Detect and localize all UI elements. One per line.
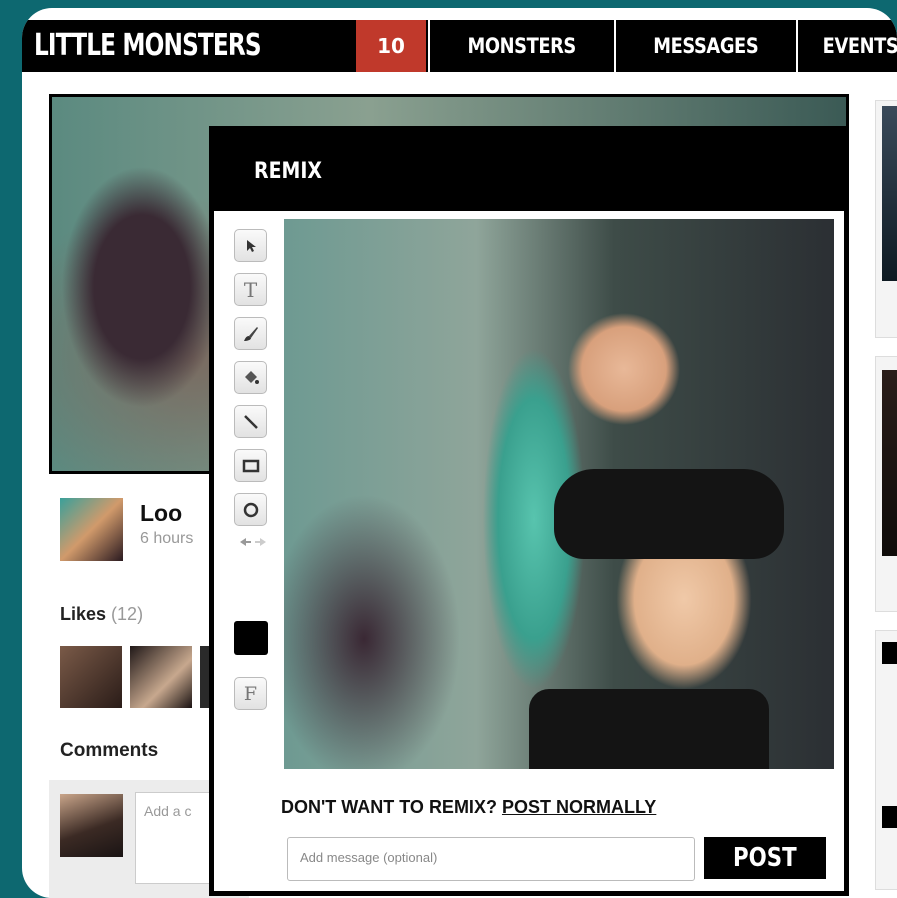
likes-count: (12) [111,604,144,624]
nav-monsters[interactable]: MONSTERS [428,20,614,72]
brush-icon[interactable] [234,317,267,350]
color-swatch[interactable] [234,621,268,655]
fill-bucket-icon[interactable] [234,361,267,394]
post-normally-link[interactable]: POST NORMALLY [502,797,656,817]
side-thumbnail[interactable] [882,370,897,556]
pointer-icon[interactable] [234,229,267,262]
side-thumbnail[interactable] [882,106,897,281]
liker-avatar[interactable] [130,646,192,708]
post-timestamp: 6 hours [140,530,194,547]
canvas-figure [529,689,769,769]
side-thumbnail[interactable] [882,806,897,828]
text-icon[interactable]: T [234,273,267,306]
post-username[interactable]: Loo [140,500,182,527]
likes-heading: Likes (12) [60,604,143,625]
modal-title: REMIX [254,159,322,184]
undo-redo-icon[interactable] [238,535,268,547]
top-navigation: LITTLE MONSTERS 10 MONSTERS MESSAGES EVE… [22,20,897,72]
modal-footer: DON'T WANT TO REMIX? POST NORMALLY Add m… [214,781,844,896]
notification-badge[interactable]: 10 [356,20,426,72]
font-icon[interactable]: F [234,677,267,710]
side-card[interactable] [875,630,897,890]
liker-avatar[interactable] [60,646,122,708]
canvas-figure [554,469,784,559]
remix-modal: REMIX T F DON'T WANT TO REMIX? POST NORM… [209,126,849,896]
line-icon[interactable] [234,405,267,438]
avatar [60,794,123,857]
post-button[interactable]: POST [704,837,826,879]
app-frame: LITTLE MONSTERS 10 MONSTERS MESSAGES EVE… [22,8,897,898]
rectangle-icon[interactable] [234,449,267,482]
remix-prompt: DON'T WANT TO REMIX? POST NORMALLY [281,797,656,818]
avatar[interactable] [60,498,123,561]
remix-canvas[interactable] [284,219,834,769]
nav-messages[interactable]: MESSAGES [614,20,796,72]
comments-heading: Comments [60,740,159,761]
message-input[interactable]: Add message (optional) [287,837,695,881]
side-thumbnail[interactable] [882,642,897,664]
site-logo[interactable]: LITTLE MONSTERS [34,24,262,68]
ellipse-icon[interactable] [234,493,267,526]
nav-events[interactable]: EVENTS [796,20,897,72]
modal-header: REMIX [214,131,844,211]
remix-prompt-text: DON'T WANT TO REMIX? [281,797,497,817]
likes-label: Likes [60,604,107,624]
